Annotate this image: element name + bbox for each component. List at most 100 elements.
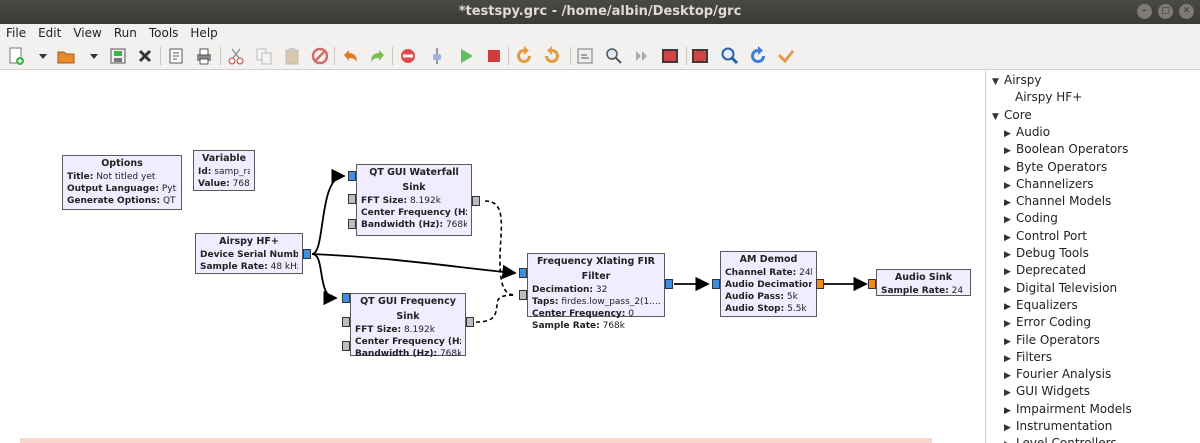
expander-down-icon[interactable]: ▼ <box>992 74 1004 91</box>
am-demod-block[interactable]: AM DemodChannel Rate: 24kAudio Decimatio… <box>720 251 817 317</box>
disable-icon[interactable] <box>398 46 418 66</box>
minimize-icon[interactable]: – <box>1137 4 1152 19</box>
find-icon[interactable] <box>604 46 624 66</box>
amdemod-in-port[interactable] <box>712 279 720 289</box>
tree-item[interactable]: ▶ Filters <box>1004 349 1052 368</box>
rotate-cw-icon[interactable] <box>542 46 562 66</box>
tree-item[interactable]: ▶ Impairment Models <box>1004 401 1132 420</box>
menu-file[interactable]: File <box>0 24 32 42</box>
airspy-out-port[interactable] <box>303 249 311 259</box>
more-icon[interactable] <box>660 46 680 66</box>
param-name: Taps: <box>532 297 559 307</box>
block-title: QT GUI Waterfall Sink <box>369 167 459 193</box>
tree-item-label: Level Controllers <box>1016 436 1117 443</box>
tree-item[interactable]: ▶ Debug Tools <box>1004 245 1089 264</box>
wire-airspy-xlating <box>311 253 517 280</box>
menu-tools[interactable]: Tools <box>143 24 185 42</box>
rotate-ccw-icon[interactable] <box>514 46 534 66</box>
tree-item[interactable]: ▶ Boolean Operators <box>1004 141 1128 160</box>
copy-icon[interactable] <box>254 46 274 66</box>
tree-item[interactable]: ▼ Airspy <box>992 72 1041 91</box>
tree-item[interactable]: ▶ GUI Widgets <box>1004 383 1090 402</box>
save-icon[interactable] <box>108 46 128 66</box>
tree-item[interactable]: ▼ Core <box>992 107 1032 126</box>
freqsink-out-port[interactable] <box>466 317 474 327</box>
freq-xlating-fir-block[interactable]: Frequency Xlating FIR Filter Decimation: … <box>527 253 665 331</box>
menu-edit[interactable]: Edit <box>32 24 67 42</box>
kill-icon[interactable] <box>484 46 504 66</box>
expander-right-icon[interactable]: ▶ <box>1004 437 1016 443</box>
properties-icon[interactable] <box>166 46 186 66</box>
screenshot-icon[interactable] <box>690 46 710 66</box>
qt-waterfall-sink-block[interactable]: QT GUI Waterfall Sink FFT Size: 8.192k Cen… <box>356 164 472 236</box>
wire-airspy-freqsink <box>311 253 338 306</box>
delete-icon[interactable] <box>310 46 330 66</box>
enable-icon[interactable] <box>776 46 796 66</box>
tree-item[interactable]: ▶ Instrumentation <box>1004 418 1112 437</box>
param-name: FFT Size: <box>361 196 408 206</box>
tree-item[interactable]: ▶ Error Coding <box>1004 314 1091 333</box>
amdemod-out-port[interactable] <box>816 279 824 289</box>
param-value: 32 <box>595 285 608 295</box>
tree-item[interactable]: ▶ Byte Operators <box>1004 159 1107 178</box>
paste-icon[interactable] <box>282 46 302 66</box>
qt-frequency-sink-block[interactable]: QT GUI Frequency Sink FFT Size: 8.192k Cen… <box>350 293 466 359</box>
generate-icon[interactable] <box>575 46 595 66</box>
open-dropdown-icon[interactable] <box>84 46 98 66</box>
cut-icon[interactable] <box>226 46 246 66</box>
variable-block[interactable]: VariableId: samp_rateValue: 768k <box>193 150 255 191</box>
tree-item[interactable]: Airspy HF+ <box>1015 89 1082 106</box>
refresh-icon[interactable] <box>748 46 768 66</box>
execute-icon[interactable] <box>456 46 476 66</box>
audiosink-in-port[interactable] <box>868 279 876 289</box>
tree-item[interactable]: ▶ Control Port <box>1004 228 1087 247</box>
audio-sink-block[interactable]: Audio Sink Sample Rate: 24 kHz <box>876 269 971 296</box>
bypass-icon[interactable] <box>427 46 447 66</box>
menu-run[interactable]: Run <box>108 24 143 42</box>
tree-item[interactable]: ▶ Coding <box>1004 210 1058 229</box>
param-name: Decimation: <box>532 285 594 295</box>
param-name: Audio Stop: <box>725 304 785 314</box>
freqsink-in-port[interactable] <box>342 293 350 303</box>
redo-icon[interactable] <box>368 46 388 66</box>
waterfall-out-port[interactable] <box>472 196 480 206</box>
new-icon[interactable] <box>6 46 26 66</box>
param-value: 24k <box>799 268 812 278</box>
expander-down-icon[interactable]: ▼ <box>992 109 1004 126</box>
horizontal-scrollbar[interactable] <box>20 438 932 443</box>
tree-item[interactable]: ▶ Channel Models <box>1004 193 1111 212</box>
new-dropdown-icon[interactable] <box>33 46 47 66</box>
close-icon[interactable] <box>135 46 155 66</box>
tree-item[interactable]: ▶Level Controllers <box>1004 435 1117 443</box>
tree-item[interactable]: ▶ Deprecated <box>1004 262 1086 281</box>
flowgraph-canvas[interactable]: Options Title: Not titled yet Output Langu… <box>0 70 984 443</box>
xlating-in-port[interactable] <box>519 268 527 278</box>
tree-item[interactable]: ▶ Channelizers <box>1004 176 1093 195</box>
airspy-hf-block[interactable]: Airspy HF+ Device Serial Number: Sample R… <box>195 233 303 274</box>
menu-help[interactable]: Help <box>184 24 223 42</box>
tree-item[interactable]: ▶ Audio <box>1004 124 1050 143</box>
xlating-out-port[interactable] <box>665 279 673 289</box>
waterfall-in-port[interactable] <box>348 171 356 181</box>
waterfall-in-port-3[interactable] <box>348 219 356 229</box>
reload-icon[interactable] <box>632 46 652 66</box>
maximize-icon[interactable]: □ <box>1158 4 1173 19</box>
waterfall-in-port-2[interactable] <box>348 194 356 204</box>
print-icon[interactable] <box>194 46 214 66</box>
menu-view[interactable]: View <box>67 24 107 42</box>
tree-item[interactable]: ▶ Digital Television <box>1004 280 1117 299</box>
tree-item-label: Debug Tools <box>1016 246 1089 260</box>
freqsink-in-port-3[interactable] <box>342 341 350 351</box>
block-param: Taps: firdes.low_pass_2(1.... <box>532 296 660 308</box>
search-icon[interactable] <box>720 46 740 66</box>
options-block[interactable]: Options Title: Not titled yet Output Langu… <box>62 155 182 210</box>
xlating-cmd-port[interactable] <box>519 290 527 300</box>
open-icon[interactable] <box>56 46 76 66</box>
close-window-icon[interactable]: ✕ <box>1179 4 1194 19</box>
block-param: Value: 768k <box>198 178 250 190</box>
tree-item[interactable]: ▶ Fourier Analysis <box>1004 366 1111 385</box>
tree-item[interactable]: ▶ Equalizers <box>1004 297 1078 316</box>
freqsink-in-port-2[interactable] <box>342 317 350 327</box>
tree-item[interactable]: ▶ File Operators <box>1004 332 1100 351</box>
undo-icon[interactable] <box>340 46 360 66</box>
